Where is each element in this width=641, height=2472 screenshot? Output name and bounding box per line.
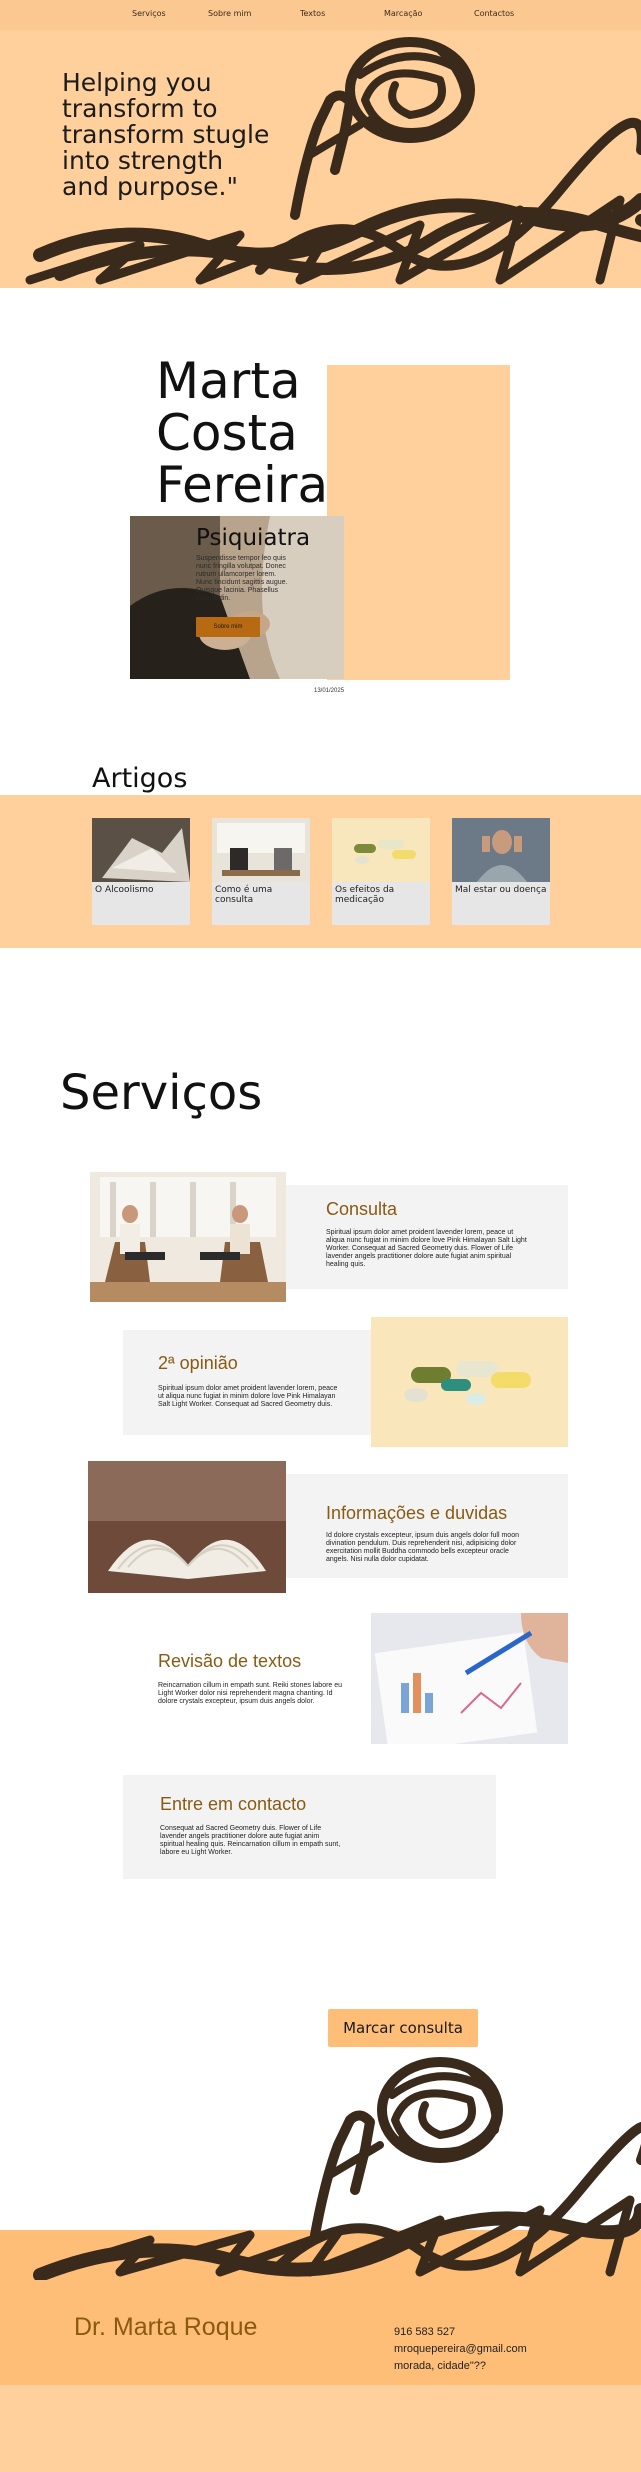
book-appointment-button[interactable]: Marcar consulta [328,2009,478,2047]
date-label: 13/01/2025 [314,688,345,694]
nav-contactos[interactable]: Contactos [474,9,514,18]
service-title: Informações e duvidas [326,1503,508,1523]
nav-sobre-mim[interactable]: Sobre mim [208,9,251,18]
role-title: Psiquiatra [196,525,311,551]
footer-bottom [0,2385,641,2472]
article-image [212,818,310,882]
services-title: Serviços [60,1065,263,1121]
article-image [332,818,430,882]
book-image [88,1461,286,1593]
doctor-name: Marta Costa Fereira [156,352,329,514]
top-nav: Serviços Sobre mim Textos Marcação Conta… [0,0,641,30]
service-description: Id dolore crystals excepteur, ipsum duis… [326,1532,519,1563]
footer-phone[interactable]: 916 583 527 [394,2326,455,2338]
service-title: Revisão de textos [158,1651,302,1671]
article-card[interactable]: O Alcoolismo [92,818,190,925]
nav-marcacao[interactable]: Marcação [384,9,422,18]
article-title: Os efeitos da medicação [335,885,395,905]
role-description: Suspendisse tempor leo quis nunc fringil… [196,555,288,602]
article-image [92,818,190,882]
service-title: 2ª opinião [158,1353,238,1373]
article-card[interactable]: Os efeitos da medicação [332,818,430,925]
footer-doctor-name: Dr. Marta Roque [74,2313,258,2341]
footer-email[interactable]: mroquepereira@gmail.com [394,2343,527,2355]
articles-title: Artigos [92,763,188,794]
article-card[interactable]: Mal estar ou doença [452,818,550,925]
footer-address: morada, cidade"?? [394,2360,486,2372]
service-description: Reincarnation cillum in empath sunt. Rei… [158,1682,343,1705]
writing-image [371,1613,568,1744]
pills-image [371,1317,568,1447]
nav-textos[interactable]: Textos [300,9,325,18]
nav-servicos[interactable]: Serviços [132,9,166,18]
article-title: Mal estar ou doença [455,885,547,895]
service-title: Entre em contacto [160,1794,307,1814]
service-description: Spiritual ipsum dolor amet proident lave… [326,1229,527,1268]
service-description: Spiritual ipsum dolor amet proident lave… [158,1385,338,1408]
article-title: Como é uma consulta [215,885,273,905]
footer-scribble-illustration [33,2057,641,2280]
consulta-image [90,1172,286,1302]
article-image [452,818,550,882]
hero-tagline: Helping you transform to transform stugl… [62,68,270,201]
article-card[interactable]: Como é uma consulta [212,818,310,925]
hero-banner: Helping you transform to transform stugl… [0,30,641,288]
service-title: Consulta [326,1199,398,1219]
service-description: Consequat ad Sacred Geometry duis. Flowe… [160,1825,341,1856]
about-me-button[interactable]: Sobre mim [196,617,260,637]
article-title: O Alcoolismo [95,885,154,895]
service-opiniao-box [123,1330,371,1435]
